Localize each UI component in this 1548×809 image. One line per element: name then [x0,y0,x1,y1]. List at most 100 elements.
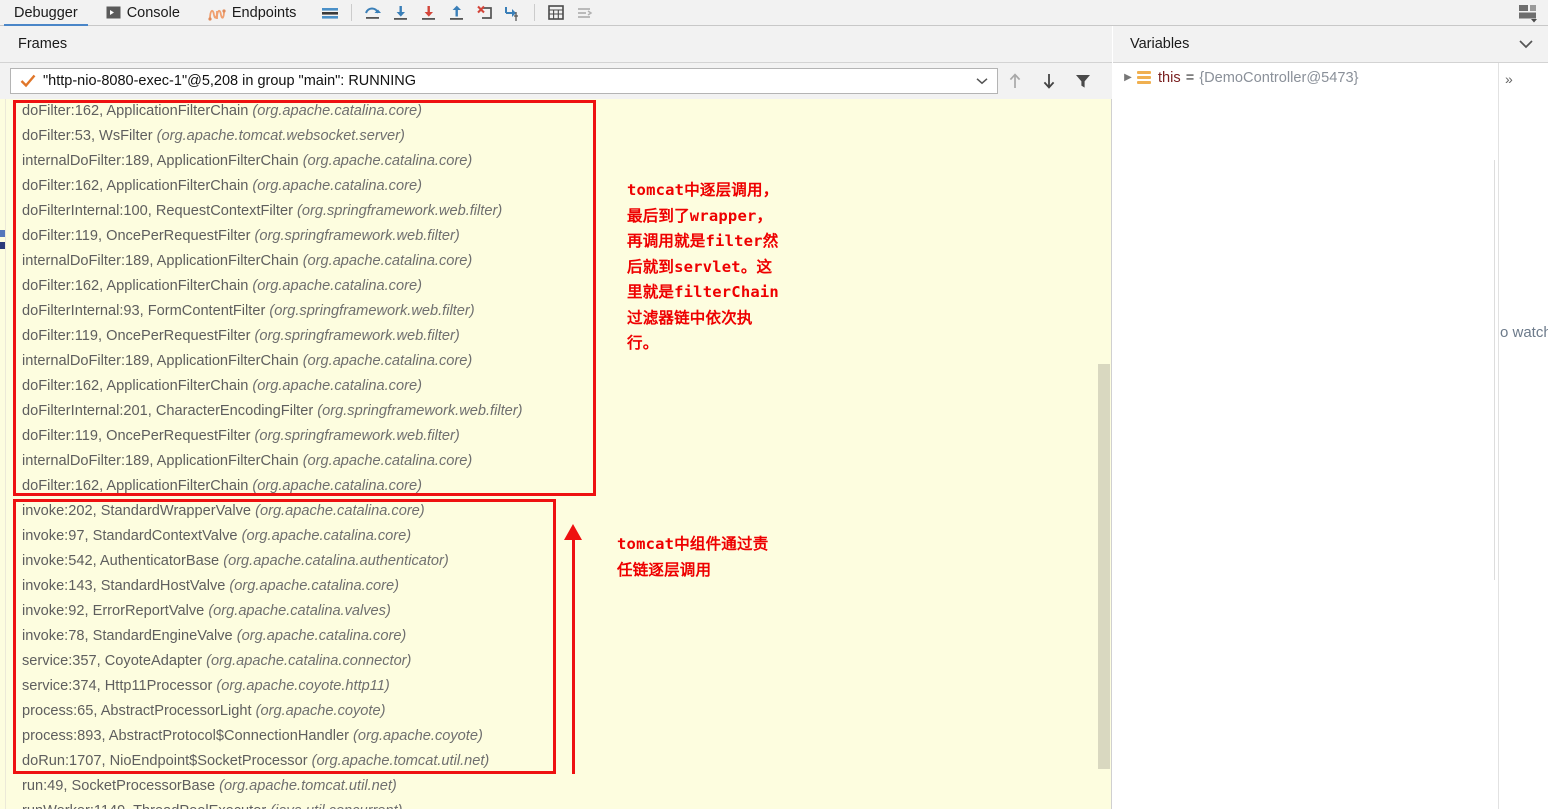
tab-endpoints[interactable]: Endpoints [194,0,311,25]
frame-row[interactable]: doFilter:162, ApplicationFilterChain (or… [0,474,1111,499]
frame-method: internalDoFilter:189, ApplicationFilterC… [22,153,299,169]
frame-row[interactable]: internalDoFilter:189, ApplicationFilterC… [0,349,1111,374]
layout-settings-icon[interactable] [1514,3,1542,23]
frame-method: process:893, AbstractProtocol$Connection… [22,728,349,744]
frame-row[interactable]: process:893, AbstractProtocol$Connection… [0,724,1111,749]
frame-row[interactable]: doFilter:162, ApplicationFilterChain (or… [0,99,1111,124]
object-value-icon [1137,71,1151,84]
toolbar-separator-1 [351,4,353,21]
frames-panel-header: Frames [0,26,1112,63]
frames-rows-container: doFilter:162, ApplicationFilterChain (or… [0,99,1111,809]
frame-row[interactable]: doFilterInternal:201, CharacterEncodingF… [0,399,1111,424]
frame-package: (org.apache.tomcat.util.net) [311,753,490,769]
filter-icon[interactable] [1066,65,1100,97]
tab-debugger[interactable]: Debugger [0,0,92,26]
tab-endpoints-label: Endpoints [231,4,297,21]
frame-row[interactable]: invoke:92, ErrorReportValve (org.apache.… [0,599,1111,624]
frames-list[interactable]: doFilter:162, ApplicationFilterChain (or… [0,99,1112,809]
annotation-text-valve-chain: tomcat中组件通过责 任链逐层调用 [617,535,769,579]
annotation-arrow-shaft [572,540,575,774]
frame-row[interactable]: doFilter:162, ApplicationFilterChain (or… [0,274,1111,299]
console-icon [106,5,121,20]
frame-package: (org.apache.catalina.core) [241,528,412,544]
annotation-arrow-head [564,524,582,540]
frame-row[interactable]: internalDoFilter:189, ApplicationFilterC… [0,249,1111,274]
toolbar-separator-2 [534,4,536,21]
frame-method: internalDoFilter:189, ApplicationFilterC… [22,353,299,369]
tab-console[interactable]: Console [92,0,194,25]
frame-row[interactable]: internalDoFilter:189, ApplicationFilterC… [0,449,1111,474]
frame-method: doFilter:162, ApplicationFilterChain [22,478,249,494]
variables-list[interactable]: ▶ this = {DemoController@5473} » [1113,63,1548,809]
evaluate-expression-icon[interactable] [542,0,570,25]
drop-frame-icon[interactable] [471,0,499,25]
frame-method: internalDoFilter:189, ApplicationFilterC… [22,253,299,269]
frame-row[interactable]: service:374, Http11Processor (org.apache… [0,674,1111,699]
step-out-icon[interactable] [443,0,471,25]
variables-overflow-button[interactable]: » [1505,71,1513,87]
step-into-icon[interactable] [387,0,415,25]
frame-method: doFilter:162, ApplicationFilterChain [22,103,249,119]
frame-row[interactable]: run:49, SocketProcessorBase (org.apache.… [0,774,1111,799]
frames-scrollbar-track[interactable] [1097,99,1111,809]
step-over-icon[interactable] [359,0,387,25]
variable-row[interactable]: ▶ this = {DemoController@5473} [1113,63,1548,93]
frame-row[interactable]: invoke:143, StandardHostValve (org.apach… [0,574,1111,599]
frame-row[interactable]: invoke:542, AuthenticatorBase (org.apach… [0,549,1111,574]
frame-method: run:49, SocketProcessorBase [22,778,216,794]
frame-row[interactable]: doFilterInternal:100, RequestContextFilt… [0,199,1111,224]
frame-method: internalDoFilter:189, ApplicationFilterC… [22,453,299,469]
frame-row[interactable]: doFilter:119, OncePerRequestFilter (org.… [0,424,1111,449]
layout-lines-icon[interactable] [316,0,344,25]
tab-console-label: Console [126,4,180,21]
frame-method: invoke:97, StandardContextValve [22,528,238,544]
frame-row[interactable]: invoke:78, StandardEngineValve (org.apac… [0,624,1111,649]
variable-value: {DemoController@5473} [1199,69,1359,86]
chevron-down-icon[interactable] [1518,39,1548,49]
frame-row[interactable]: invoke:97, StandardContextValve (org.apa… [0,524,1111,549]
frame-row[interactable]: invoke:202, StandardWrapperValve (org.ap… [0,499,1111,524]
chevron-down-icon[interactable] [976,77,997,85]
frame-row[interactable]: internalDoFilter:189, ApplicationFilterC… [0,149,1111,174]
gutter-strip [0,99,6,809]
expand-triangle-icon[interactable]: ▶ [1119,72,1137,83]
toolbar-right-group [1514,0,1548,25]
frame-package: (org.apache.catalina.core) [302,153,473,169]
frame-package: (org.apache.catalina.core) [252,278,422,294]
frame-package: (org.apache.catalina.valves) [208,603,391,619]
frame-package: (org.apache.tomcat.util.net) [219,778,397,794]
frame-package: (org.springframework.web.filter) [317,403,523,419]
frame-package: (org.springframework.web.filter) [269,303,475,319]
frame-row[interactable]: service:357, CoyoteAdapter (org.apache.c… [0,649,1111,674]
frames-scrollbar-thumb[interactable] [1098,364,1110,769]
frames-title: Frames [18,36,68,52]
variable-equals: = [1185,69,1195,86]
frame-method: runWorker:1149, ThreadPoolExecutor [22,803,266,809]
show-execution-point-icon [570,0,598,25]
variable-name: this [1158,69,1181,86]
frame-row[interactable]: runWorker:1149, ThreadPoolExecutor (java… [0,799,1111,809]
frame-row[interactable]: doFilter:119, OncePerRequestFilter (org.… [0,224,1111,249]
move-up-icon[interactable] [998,65,1032,97]
frame-method: doFilter:119, OncePerRequestFilter [22,228,251,244]
frame-row[interactable]: process:65, AbstractProcessorLight (org.… [0,699,1111,724]
move-down-icon[interactable] [1032,65,1066,97]
frame-method: doFilterInternal:201, CharacterEncodingF… [22,403,314,419]
frame-row[interactable]: doFilter:119, OncePerRequestFilter (org.… [0,324,1111,349]
thread-combo[interactable]: "http-nio-8080-exec-1"@5,208 in group "m… [10,68,998,94]
force-step-into-icon[interactable] [415,0,443,25]
frame-package: (org.apache.catalina.core) [229,578,399,594]
frame-row[interactable]: doFilterInternal:93, FormContentFilter (… [0,299,1111,324]
frame-package: (java.util.concurrent) [270,803,402,809]
frame-row[interactable]: doFilter:162, ApplicationFilterChain (or… [0,174,1111,199]
frame-package: (org.apache.catalina.authenticator) [223,553,449,569]
frame-package: (org.apache.catalina.core) [252,378,422,394]
frame-package: (org.springframework.web.filter) [254,228,460,244]
frame-package: (org.apache.catalina.connector) [206,653,412,669]
frame-row[interactable]: doRun:1707, NioEndpoint$SocketProcessor … [0,749,1111,774]
annotation-text-filter-chain: tomcat中逐层调用， 最后到了wrapper， 再调用就是filter然 后… [627,181,779,352]
frame-method: doRun:1707, NioEndpoint$SocketProcessor [22,753,308,769]
frame-row[interactable]: doFilter:162, ApplicationFilterChain (or… [0,374,1111,399]
run-to-cursor-icon[interactable] [499,0,527,25]
frame-row[interactable]: doFilter:53, WsFilter (org.apache.tomcat… [0,124,1111,149]
